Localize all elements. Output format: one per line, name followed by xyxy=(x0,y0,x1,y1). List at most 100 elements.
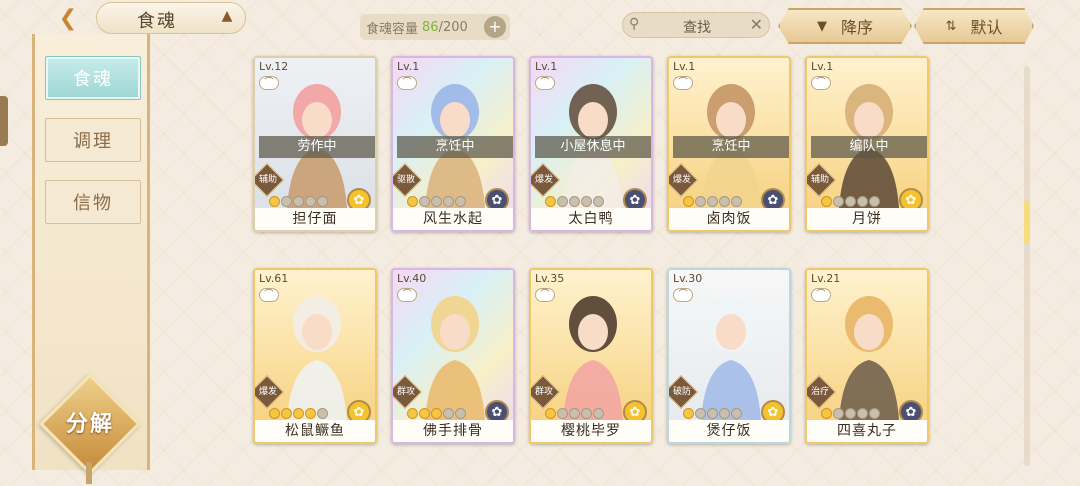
star-icon xyxy=(707,408,718,419)
food-soul-card[interactable]: Lv.30 ⌒ 破防 ✿ 煲仔饭 xyxy=(667,268,791,444)
character-portrait xyxy=(829,280,909,420)
crown-icon[interactable]: ▲ xyxy=(216,7,238,25)
add-capacity-button[interactable]: + xyxy=(484,16,506,38)
star-icon xyxy=(719,196,730,207)
star-icon xyxy=(707,196,718,207)
character-name: 松鼠鳜鱼 xyxy=(255,420,375,442)
role-label: 群攻 xyxy=(396,387,415,397)
star-icon xyxy=(845,196,856,207)
sort-order-button[interactable]: ▼ 降序 xyxy=(778,8,912,44)
role-label: 破防 xyxy=(672,387,691,397)
star-icon xyxy=(683,196,694,207)
star-icon xyxy=(569,196,580,207)
scroll-thumb[interactable] xyxy=(1024,200,1030,244)
status-banner: 烹饪中 xyxy=(673,136,789,158)
food-soul-card[interactable]: Lv.1 ⌒ 小屋休息中 爆发 ✿ 太白鸭 xyxy=(529,56,653,232)
skill-icon: ⌒ xyxy=(811,288,831,302)
star-rating xyxy=(269,408,328,419)
role-label: 驱散 xyxy=(396,175,415,185)
food-soul-card[interactable]: Lv.35 ⌒ 群攻 ✿ 樱桃毕罗 xyxy=(529,268,653,444)
decompose-label: 分解 xyxy=(65,412,114,437)
food-soul-card[interactable]: Lv.61 ⌒ 爆发 ✿ 松鼠鳜鱼 xyxy=(253,268,377,444)
tab-conditioning[interactable]: 调理 xyxy=(45,118,141,162)
skill-icon: ⌒ xyxy=(535,288,555,302)
role-label: 爆发 xyxy=(534,175,553,185)
star-icon xyxy=(281,196,292,207)
left-edge-tab[interactable] xyxy=(0,96,8,146)
character-name: 樱桃毕罗 xyxy=(531,420,651,442)
food-soul-card[interactable]: Lv.21 ⌒ 治疗 ✿ 四喜丸子 xyxy=(805,268,929,444)
star-icon xyxy=(557,196,568,207)
star-icon xyxy=(581,196,592,207)
food-soul-card[interactable]: Lv.1 ⌒ 烹饪中 爆发 ✿ 卤肉饭 xyxy=(667,56,791,232)
status-banner: 编队中 xyxy=(811,136,927,158)
character-name: 担仔面 xyxy=(255,208,375,230)
star-icon xyxy=(305,408,316,419)
skill-icon: ⌒ xyxy=(259,288,279,302)
skill-icon: ⌒ xyxy=(673,288,693,302)
star-icon xyxy=(305,196,316,207)
character-portrait xyxy=(691,280,771,420)
star-rating xyxy=(545,408,604,419)
star-icon xyxy=(869,196,880,207)
food-soul-card[interactable]: Lv.1 ⌒ 烹饪中 驱散 ✿ 风生水起 xyxy=(391,56,515,232)
tab-tokens[interactable]: 信物 xyxy=(45,180,141,224)
star-icon xyxy=(269,196,280,207)
star-icon xyxy=(557,408,568,419)
star-icon xyxy=(431,408,442,419)
capacity-max: /200 xyxy=(438,19,468,35)
capacity-current: 86 xyxy=(422,19,439,35)
skill-icon: ⌒ xyxy=(397,288,417,302)
star-icon xyxy=(419,408,430,419)
tassel-decoration xyxy=(86,462,92,484)
level-label: Lv.1 xyxy=(811,60,834,73)
star-icon xyxy=(569,408,580,419)
level-label: Lv.1 xyxy=(535,60,558,73)
status-banner: 劳作中 xyxy=(259,136,375,158)
star-icon xyxy=(731,408,742,419)
star-icon xyxy=(455,408,466,419)
star-icon xyxy=(683,408,694,419)
food-soul-card[interactable]: Lv.40 ⌒ 群攻 ✿ 佛手排骨 xyxy=(391,268,515,444)
capacity-display: 食魂容量 86 /200 + xyxy=(360,14,510,40)
star-rating xyxy=(407,196,466,207)
skill-icon: ⌒ xyxy=(673,76,693,90)
star-icon xyxy=(731,196,742,207)
character-portrait xyxy=(553,280,633,420)
star-icon xyxy=(869,408,880,419)
triangle-down-icon: ▼ xyxy=(816,18,827,34)
level-label: Lv.30 xyxy=(673,272,703,285)
sort-key-button[interactable]: ⇅ 默认 xyxy=(914,8,1034,44)
role-label: 辅助 xyxy=(810,175,829,185)
character-name: 四喜丸子 xyxy=(807,420,927,442)
star-rating xyxy=(821,196,880,207)
level-label: Lv.12 xyxy=(259,60,289,73)
star-rating xyxy=(683,196,742,207)
food-soul-card[interactable]: Lv.12 ⌒ 劳作中 辅助 ✿ 担仔面 xyxy=(253,56,377,232)
star-icon xyxy=(695,408,706,419)
food-soul-card[interactable]: Lv.1 ⌒ 编队中 辅助 ✿ 月饼 xyxy=(805,56,929,232)
star-icon xyxy=(545,196,556,207)
level-label: Lv.40 xyxy=(397,272,427,285)
capacity-label: 食魂容量 xyxy=(366,21,419,37)
role-label: 爆发 xyxy=(258,387,277,397)
star-icon xyxy=(845,408,856,419)
status-banner: 烹饪中 xyxy=(397,136,513,158)
level-label: Lv.21 xyxy=(811,272,841,285)
star-icon xyxy=(407,196,418,207)
search-input[interactable]: ⚲ 查找 ✕ xyxy=(622,12,770,38)
star-rating xyxy=(821,408,880,419)
status-banner: 小屋休息中 xyxy=(535,136,651,158)
tab-label: 食魂 xyxy=(73,69,113,90)
role-label: 群攻 xyxy=(534,387,553,397)
tab-label: 调理 xyxy=(73,131,113,152)
role-label: 辅助 xyxy=(258,175,277,185)
back-button[interactable]: ❮ xyxy=(44,6,92,31)
scrollbar[interactable] xyxy=(1024,66,1030,466)
star-icon xyxy=(821,196,832,207)
clear-icon[interactable]: ✕ xyxy=(750,15,763,34)
role-label: 治疗 xyxy=(810,387,829,397)
star-icon xyxy=(317,408,328,419)
top-bar: ❮ 食魂 ▲ 食魂容量 86 /200 + ⚲ 查找 ✕ ▼ 降序 ⇅ 默认 xyxy=(0,0,1080,48)
tab-food-souls[interactable]: 食魂 xyxy=(45,56,141,100)
